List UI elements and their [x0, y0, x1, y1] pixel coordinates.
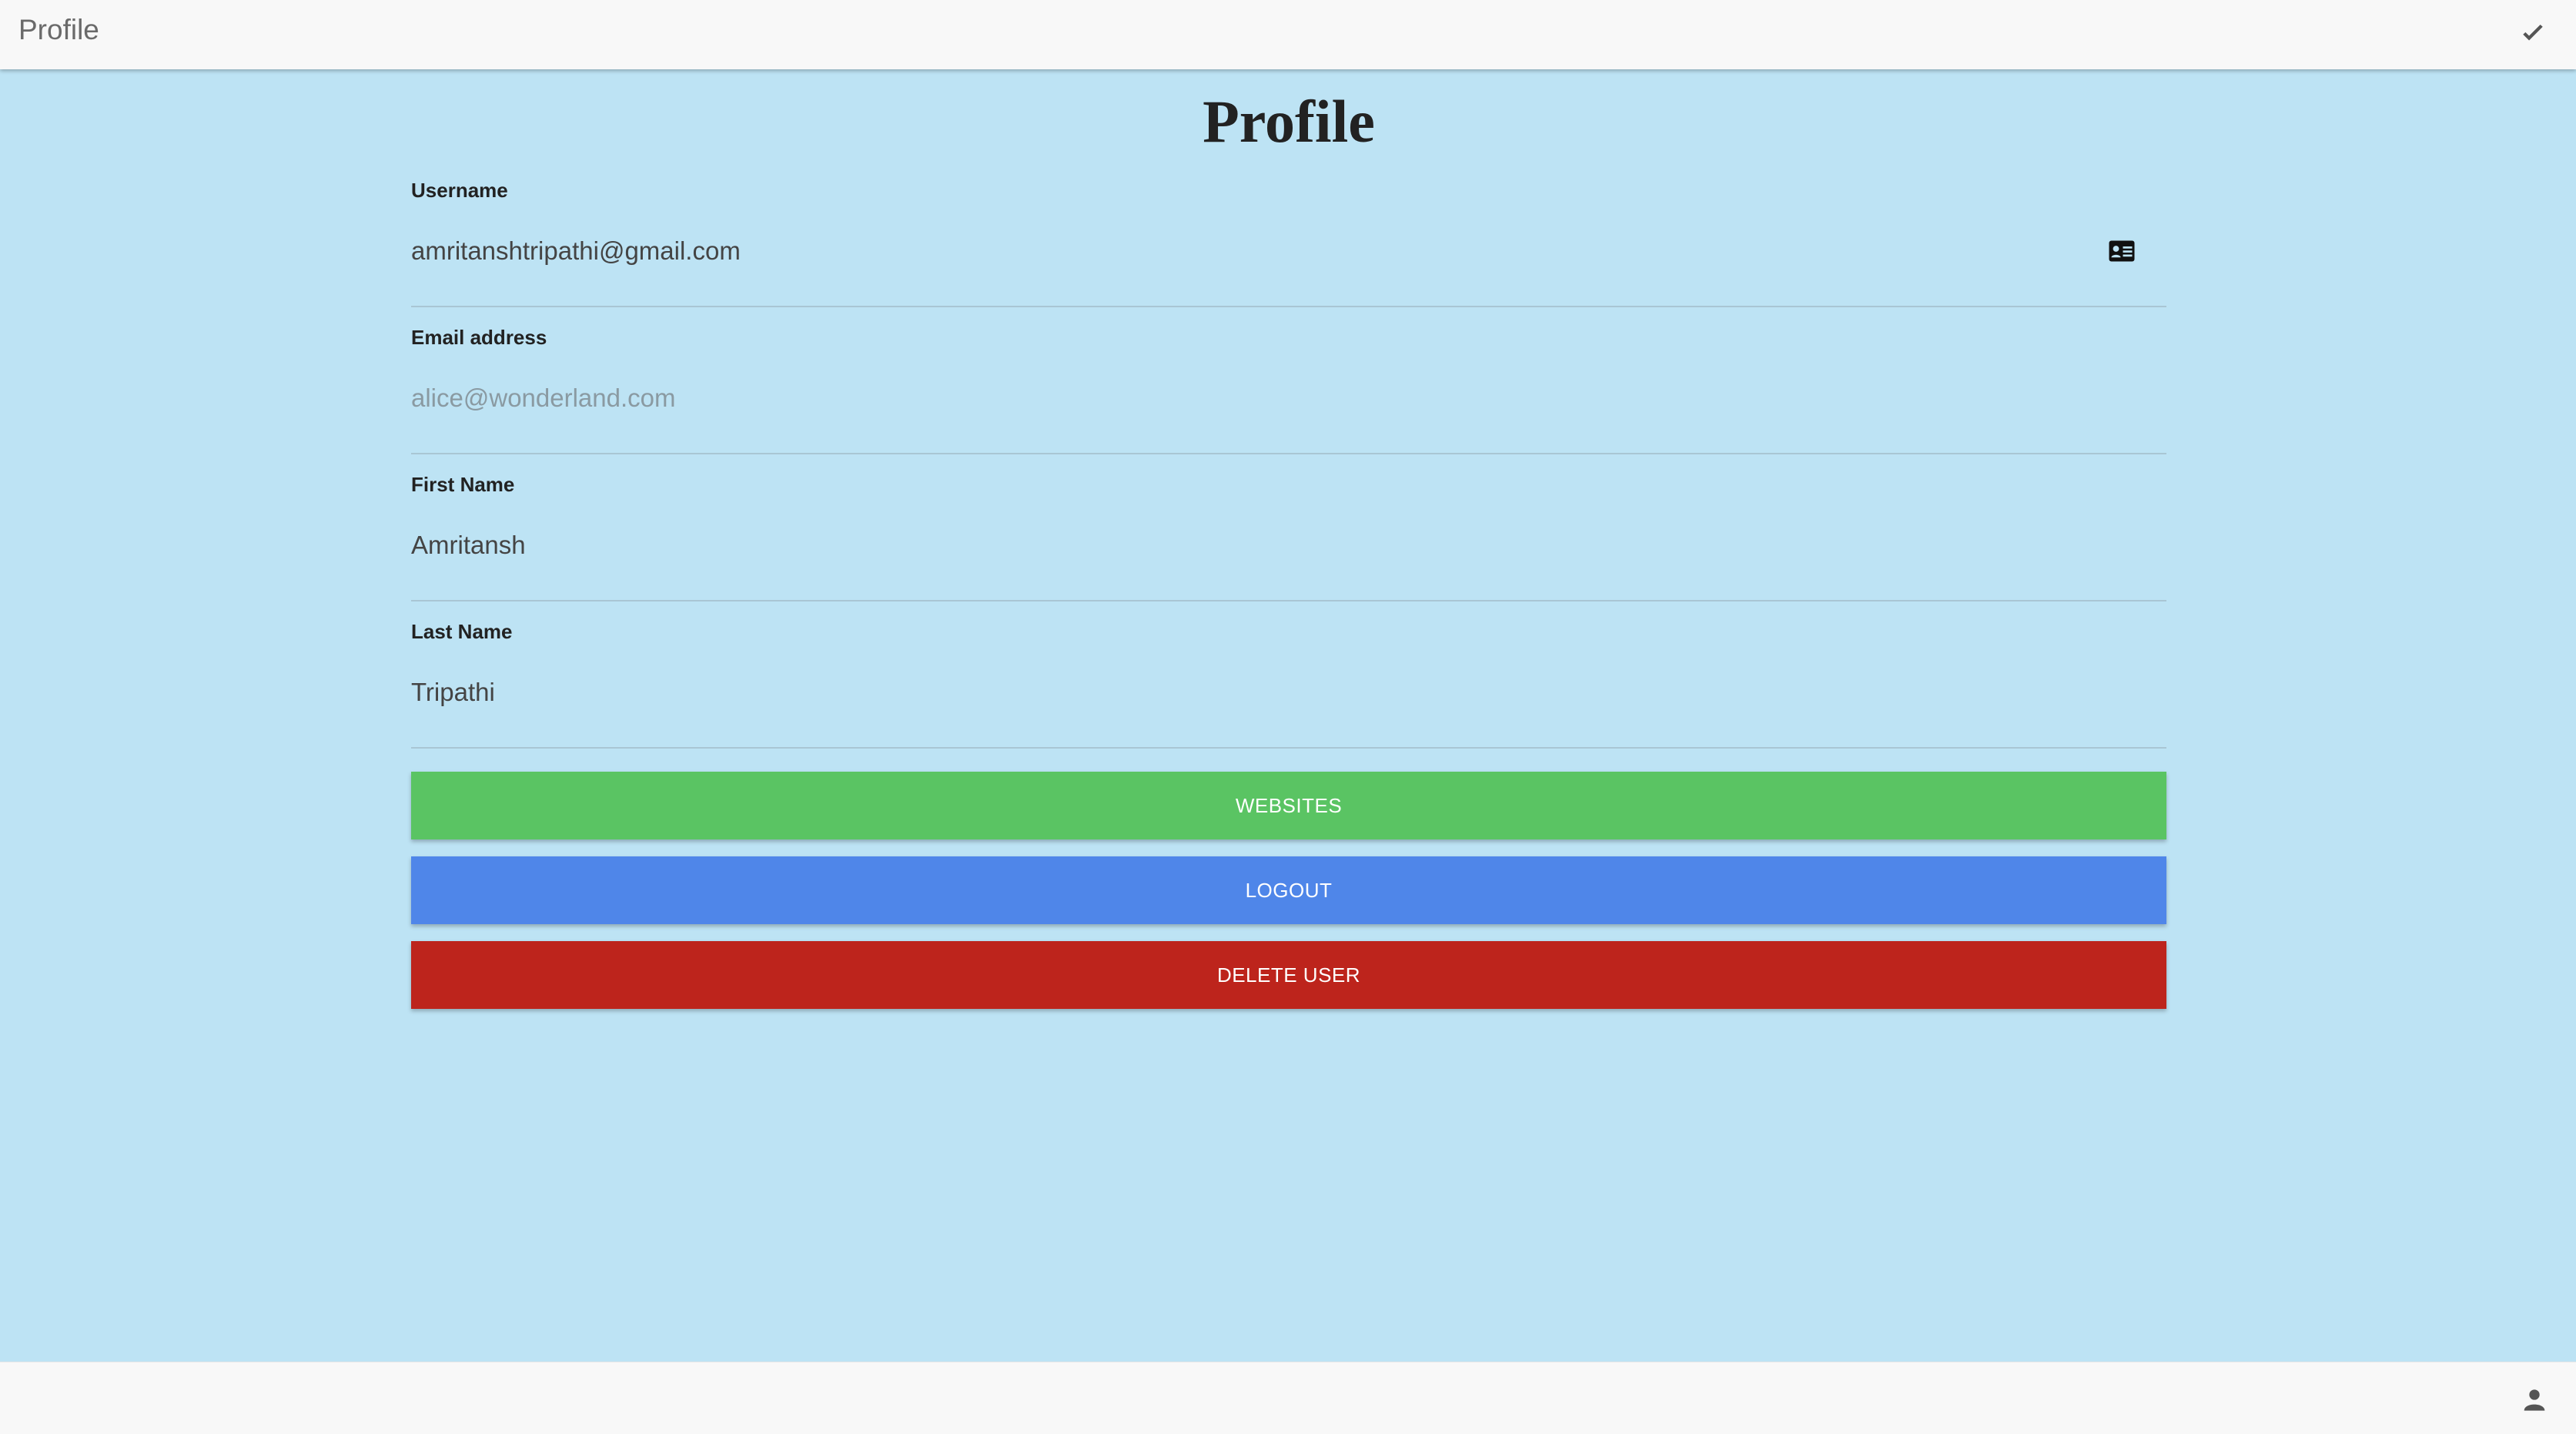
profile-form-container: Profile Username Email address First Nam…	[411, 69, 2166, 1009]
email-field-group: Email address	[411, 307, 2166, 454]
first-name-label: First Name	[411, 473, 515, 496]
bottom-bar	[0, 1362, 2576, 1434]
user-icon	[2524, 1389, 2545, 1411]
id-card-icon[interactable]	[2108, 239, 2136, 263]
check-icon	[2523, 24, 2543, 41]
last-name-input[interactable]	[411, 669, 2105, 715]
last-name-label: Last Name	[411, 620, 513, 643]
websites-button[interactable]: WEBSITES	[411, 772, 2166, 839]
delete-user-button[interactable]: DELETE USER	[411, 941, 2166, 1009]
logout-button[interactable]: LOGOUT	[411, 856, 2166, 924]
email-input[interactable]	[411, 375, 2105, 421]
username-input[interactable]	[411, 228, 2105, 274]
header-title: Profile	[18, 14, 99, 45]
username-label: Username	[411, 179, 508, 202]
first-name-input[interactable]	[411, 522, 2105, 568]
username-field-group: Username	[411, 160, 2166, 307]
confirm-button[interactable]	[2513, 14, 2553, 54]
email-label: Email address	[411, 326, 547, 349]
last-name-field-group: Last Name	[411, 601, 2166, 749]
page-title: Profile	[1203, 88, 1375, 155]
first-name-field-group: First Name	[411, 454, 2166, 601]
user-button[interactable]	[2514, 1379, 2554, 1419]
top-bar: Profile	[0, 0, 2576, 69]
